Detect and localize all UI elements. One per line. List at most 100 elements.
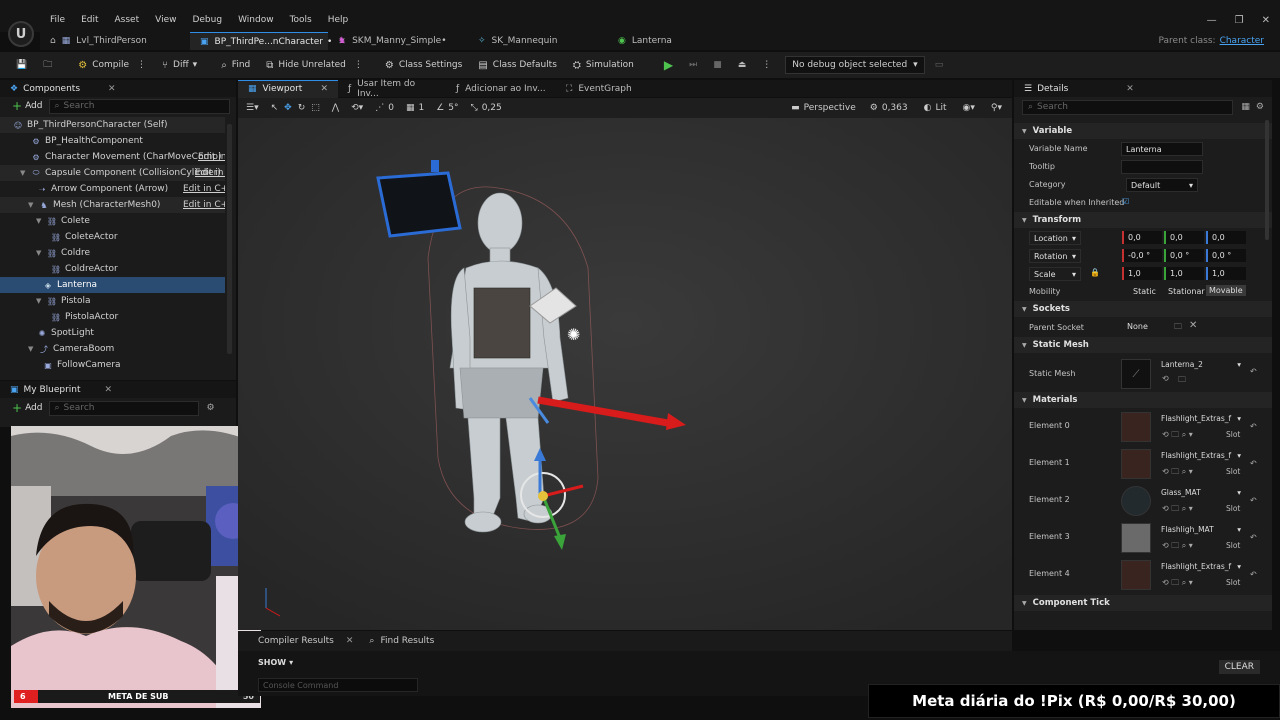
use-selected-icon[interactable]: ⟲ 🗀 ⌕ ▾ bbox=[1162, 577, 1193, 591]
step-icon[interactable]: ⏭ bbox=[683, 54, 703, 76]
tree-item-pistola-actor[interactable]: ⛓ PistolaActor bbox=[0, 309, 225, 325]
details-tab[interactable]: ☰ Details ✕ bbox=[1014, 80, 1272, 97]
add-member-button[interactable]: + Add bbox=[6, 401, 49, 415]
close-panel-icon[interactable]: ✕ bbox=[105, 385, 113, 395]
unreal-logo-icon[interactable]: U bbox=[8, 21, 34, 47]
reset-icon[interactable]: ↶ bbox=[1250, 496, 1257, 505]
tree-item-camera-boom[interactable]: ▼ ⤴ CameraBoom bbox=[0, 341, 225, 357]
my-blueprint-tab[interactable]: ▣ My Blueprint ✕ bbox=[0, 381, 236, 398]
perspective-select[interactable]: Perspective bbox=[804, 103, 856, 113]
use-selected-icon[interactable]: ⟲ bbox=[1162, 374, 1169, 383]
edit-cpp-link[interactable]: Edit in C bbox=[195, 168, 225, 178]
tree-item-health-component[interactable]: ⚙ BP_HealthComponent bbox=[0, 133, 225, 149]
menu-tools[interactable]: Tools bbox=[290, 15, 312, 25]
scale-select[interactable]: Scale ▾ bbox=[1029, 267, 1081, 281]
tree-item-mesh[interactable]: ▼ ♞ Mesh (CharacterMesh0) Edit in C++ bbox=[0, 197, 225, 213]
close-tab-icon[interactable]: ✕ bbox=[346, 636, 354, 646]
components-search-input[interactable]: ⌕ Search bbox=[48, 98, 230, 114]
compile-options-icon[interactable]: ⋮ bbox=[137, 60, 146, 70]
menu-view[interactable]: View bbox=[155, 15, 176, 25]
section-transform[interactable]: ▼ Transform bbox=[1014, 212, 1272, 228]
reset-icon[interactable]: ↶ bbox=[1250, 367, 1257, 376]
tree-item-coldre[interactable]: ▼ ⛓ Coldre bbox=[0, 245, 225, 261]
settings-gear-icon[interactable]: ⚙ bbox=[207, 403, 215, 413]
tree-item-colete-actor[interactable]: ⛓ ColeteActor bbox=[0, 229, 225, 245]
browse-socket-icon[interactable]: 🗀 bbox=[1174, 321, 1182, 335]
tree-item-colete[interactable]: ▼ ⛓ Colete bbox=[0, 213, 225, 229]
use-selected-icon[interactable]: ⟲ 🗀 ⌕ ▾ bbox=[1162, 429, 1193, 443]
mobility-stationary[interactable]: Stationar bbox=[1168, 287, 1205, 296]
scale-y[interactable]: 1,0 bbox=[1164, 267, 1204, 280]
my-blueprint-search-input[interactable]: ⌕ Search bbox=[48, 400, 199, 416]
static-mesh-thumbnail[interactable]: ⟋ bbox=[1121, 359, 1151, 389]
edit-cpp-link[interactable]: Edit in C bbox=[198, 152, 225, 162]
viewport-settings-icon[interactable]: ⚲▾ bbox=[991, 103, 1002, 113]
category-select[interactable]: Default ▾ bbox=[1126, 178, 1198, 192]
use-selected-icon[interactable]: ⟲ 🗀 ⌕ ▾ bbox=[1162, 466, 1193, 480]
tab-usar-item[interactable]: ƒ Usar Item do Inv... bbox=[338, 79, 446, 99]
grid-snap-icon[interactable]: ⋰ bbox=[375, 103, 384, 113]
hide-unrelated-button[interactable]: ⧉ Hide Unrelated ⋮ bbox=[260, 54, 369, 76]
expand-arrow-icon[interactable]: ▼ bbox=[28, 345, 38, 353]
mobility-static[interactable]: Static bbox=[1133, 287, 1156, 296]
expand-arrow-icon[interactable]: ▼ bbox=[20, 169, 30, 177]
class-settings-button[interactable]: ⚙ Class Settings bbox=[379, 54, 468, 76]
show-filter-button[interactable]: SHOW ▾ bbox=[258, 658, 293, 667]
scale-x[interactable]: 1,0 bbox=[1122, 267, 1162, 280]
menu-edit[interactable]: Edit bbox=[81, 15, 98, 25]
translate-icon[interactable]: ✥ bbox=[284, 103, 292, 113]
expand-arrow-icon[interactable]: ▼ bbox=[28, 201, 38, 209]
location-select[interactable]: Location ▾ bbox=[1029, 231, 1081, 245]
diff-button[interactable]: ⑂ Diff ▾ bbox=[156, 54, 203, 76]
select-icon[interactable]: ↖ bbox=[271, 103, 279, 113]
section-static-mesh[interactable]: ▼ Static Mesh bbox=[1014, 337, 1272, 353]
scale-z[interactable]: 1,0 bbox=[1206, 267, 1246, 280]
coordinate-system-icon[interactable]: ⋀ bbox=[332, 103, 339, 113]
section-component-tick[interactable]: ▼ Component Tick bbox=[1014, 595, 1272, 611]
settings-gear-icon[interactable]: ⚙ bbox=[1256, 102, 1264, 112]
tree-item-pistola[interactable]: ▼ ⛓ Pistola bbox=[0, 293, 225, 309]
play-icon[interactable]: ▶ bbox=[658, 54, 679, 76]
maximize-icon[interactable]: ❐ bbox=[1235, 15, 1244, 26]
editable-inherited-checkbox[interactable]: ☑ bbox=[1122, 197, 1129, 206]
tab-lanterna[interactable]: ◉ Lanterna bbox=[608, 32, 728, 50]
material-thumbnail[interactable] bbox=[1121, 449, 1151, 479]
material-select[interactable]: Flashlight_Extras_f ▾ bbox=[1161, 412, 1241, 425]
material-thumbnail[interactable] bbox=[1121, 412, 1151, 442]
material-thumbnail[interactable] bbox=[1121, 560, 1151, 590]
expand-arrow-icon[interactable]: ▼ bbox=[36, 249, 46, 257]
play-options-icon[interactable]: ⋮ bbox=[756, 54, 777, 76]
scale-snap-value[interactable]: 0,25 bbox=[482, 103, 502, 113]
browse-asset-icon[interactable]: 🗀 bbox=[1178, 374, 1186, 388]
location-snap-value[interactable]: 0 bbox=[388, 103, 394, 113]
variable-name-field[interactable]: Lanterna bbox=[1121, 142, 1203, 156]
close-window-icon[interactable]: ✕ bbox=[1262, 15, 1270, 26]
section-variable[interactable]: ▼ Variable bbox=[1014, 123, 1272, 139]
debug-object-select[interactable]: No debug object selected ▾ bbox=[785, 56, 925, 74]
tooltip-field[interactable] bbox=[1121, 160, 1203, 174]
show-flags-icon[interactable]: ◉▾ bbox=[963, 103, 975, 113]
menu-debug[interactable]: Debug bbox=[192, 15, 222, 25]
transform-menu-icon[interactable]: ☰▾ bbox=[246, 103, 259, 113]
reset-icon[interactable]: ↶ bbox=[1250, 570, 1257, 579]
material-select[interactable]: Flashligh_MAT ▾ bbox=[1161, 523, 1241, 536]
possess-icon[interactable]: ⏏ bbox=[732, 54, 753, 76]
tab-skm-manny[interactable]: ♞ SKM_Manny_Simple• bbox=[328, 32, 468, 50]
tab-bp-character[interactable]: ▣ BP_ThirdPe...nCharacter • ✕ bbox=[190, 32, 346, 50]
components-scrollbar[interactable] bbox=[227, 124, 232, 354]
section-sockets[interactable]: ▼ Sockets bbox=[1014, 301, 1272, 317]
expand-arrow-icon[interactable]: ▼ bbox=[36, 297, 46, 305]
tree-item-lanterna[interactable]: ◈ Lanterna bbox=[0, 277, 225, 293]
material-thumbnail[interactable] bbox=[1121, 486, 1151, 516]
clear-socket-icon[interactable]: ✕ bbox=[1189, 320, 1197, 331]
tree-item-capsule[interactable]: ▼ ⬭ Capsule Component (CollisionCylinder… bbox=[0, 165, 225, 181]
console-command-input[interactable]: Console Command bbox=[258, 678, 418, 692]
components-tab[interactable]: ❖ Components ✕ bbox=[0, 80, 236, 97]
simulation-button[interactable]: ⛭ Simulation bbox=[567, 54, 640, 76]
details-scrollbar[interactable] bbox=[1265, 120, 1269, 240]
tab-sk-mannequin[interactable]: ✧ SK_Mannequin bbox=[468, 32, 608, 50]
class-defaults-button[interactable]: ▤ Class Defaults bbox=[472, 54, 563, 76]
material-select[interactable]: Flashlight_Extras_f ▾ bbox=[1161, 560, 1241, 573]
tree-item-spotlight[interactable]: ✺ SpotLight bbox=[0, 325, 225, 341]
close-tab-icon[interactable]: ✕ bbox=[320, 84, 328, 94]
